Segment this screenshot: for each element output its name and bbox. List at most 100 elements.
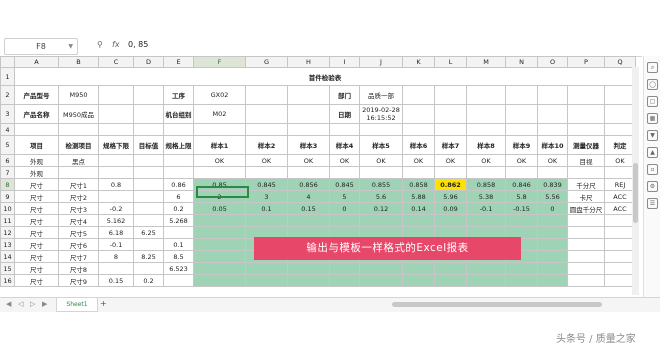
cell[interactable] [98, 262, 134, 275]
cell[interactable] [434, 166, 467, 179]
cell[interactable]: OK [505, 154, 538, 167]
col-header[interactable]: E [163, 56, 194, 68]
cell[interactable]: REJ [604, 178, 636, 191]
cell[interactable]: 5 [329, 190, 360, 203]
cell[interactable]: 部门 [329, 85, 360, 105]
cell[interactable] [537, 166, 568, 179]
col-title[interactable]: 规格下限 [98, 135, 134, 155]
cell[interactable] [329, 262, 360, 275]
col-title[interactable]: 检测项目 [58, 135, 99, 155]
cell[interactable] [245, 166, 288, 179]
cell[interactable] [329, 214, 360, 227]
cell[interactable] [537, 85, 568, 105]
col-title[interactable]: 样本9 [505, 135, 538, 155]
cell[interactable]: 0.858 [466, 178, 506, 191]
formula-input[interactable]: 0, 85 [128, 40, 148, 49]
cell[interactable] [537, 274, 568, 287]
col-title[interactable]: 项目 [14, 135, 59, 155]
cell[interactable]: 0 [329, 202, 360, 215]
cell[interactable]: 尺寸3 [58, 202, 99, 215]
sheet-title[interactable]: 首件检验表 [14, 67, 636, 86]
row-number[interactable]: 7 [0, 166, 15, 179]
first-sheet-icon[interactable]: ◀ [6, 300, 11, 308]
cell[interactable]: 2019-02-28 16:15:52 [359, 104, 403, 124]
last-sheet-icon[interactable]: ▶ [42, 300, 47, 308]
sheet-tab-sheet1[interactable]: Sheet1 [56, 298, 98, 312]
cell[interactable]: 外观 [14, 154, 59, 167]
cell[interactable] [537, 238, 568, 251]
row-number[interactable]: 6 [0, 154, 15, 167]
cell[interactable]: 0 [537, 202, 568, 215]
cell[interactable] [537, 250, 568, 263]
cell[interactable] [537, 123, 568, 136]
cell[interactable] [505, 166, 538, 179]
row-number[interactable]: 1 [0, 67, 15, 86]
cell[interactable]: 外观 [14, 166, 59, 179]
cell[interactable] [567, 262, 605, 275]
cell[interactable] [287, 85, 330, 105]
zoom-icon[interactable]: ⌕ [647, 62, 658, 73]
cell[interactable]: 千分尺 [567, 178, 605, 191]
cell[interactable] [466, 166, 506, 179]
cell[interactable]: OK [287, 154, 330, 167]
cell[interactable] [163, 226, 194, 239]
cell[interactable] [359, 274, 403, 287]
col-title[interactable]: 规格上限 [163, 135, 194, 155]
filter-icon[interactable]: ▼ [647, 130, 658, 141]
cell[interactable] [505, 104, 538, 124]
comment-icon[interactable]: ▫ [647, 164, 658, 175]
col-title[interactable]: 测量仪器 [567, 135, 605, 155]
col-header[interactable]: M [466, 56, 506, 68]
cell[interactable] [604, 262, 636, 275]
chevron-down-icon[interactable]: ▼ [68, 39, 73, 54]
cell[interactable] [537, 226, 568, 239]
cell[interactable] [402, 274, 435, 287]
cell[interactable] [604, 226, 636, 239]
cell[interactable]: 尺寸1 [58, 178, 99, 191]
cell[interactable]: 0.12 [359, 202, 403, 215]
col-header[interactable]: L [434, 56, 467, 68]
cell[interactable]: 0.856 [287, 178, 330, 191]
cell[interactable] [193, 250, 246, 263]
col-header[interactable]: O [537, 56, 568, 68]
col-title[interactable]: 判定 [604, 135, 636, 155]
cell[interactable]: 尺寸4 [58, 214, 99, 227]
row-number[interactable]: 16 [0, 274, 15, 287]
cell[interactable]: 5.6 [359, 190, 403, 203]
cell[interactable]: OK [537, 154, 568, 167]
cell[interactable] [133, 166, 164, 179]
cell[interactable]: 0.8 [98, 178, 134, 191]
col-header[interactable]: Q [604, 56, 636, 68]
cell[interactable] [98, 190, 134, 203]
cell[interactable] [287, 123, 330, 136]
cell[interactable] [505, 262, 538, 275]
cell[interactable]: 5.38 [466, 190, 506, 203]
cell[interactable] [329, 274, 360, 287]
row-number-selected[interactable]: 8 [0, 178, 15, 191]
cell[interactable]: 4 [287, 190, 330, 203]
cell[interactable] [359, 123, 403, 136]
cell[interactable]: 圆盘千分尺 [567, 202, 605, 215]
cell[interactable]: 5.268 [163, 214, 194, 227]
cell[interactable]: 卡尺 [567, 190, 605, 203]
cell[interactable] [505, 274, 538, 287]
horizontal-scrollbar-thumb[interactable] [392, 302, 602, 307]
cell[interactable]: 0.09 [434, 202, 467, 215]
cell[interactable]: 目视 [567, 154, 605, 167]
cell[interactable] [466, 104, 506, 124]
cell[interactable]: 2 [193, 190, 246, 203]
cell[interactable] [133, 123, 164, 136]
spreadsheet-grid[interactable]: A B C D E F G H I J K L M N O P Q 1 首件检验… [0, 56, 642, 297]
col-title[interactable]: 样本5 [359, 135, 403, 155]
row-number[interactable]: 2 [0, 85, 15, 105]
cell[interactable] [245, 262, 288, 275]
row-number[interactable]: 13 [0, 238, 15, 251]
active-cell[interactable]: 0.85 [193, 178, 246, 191]
row-number[interactable]: 15 [0, 262, 15, 275]
zoom-icon[interactable]: ⚲ [97, 40, 103, 49]
cell[interactable]: 8.25 [133, 250, 164, 263]
cell[interactable] [402, 166, 435, 179]
cell[interactable]: 日期 [329, 104, 360, 124]
cell[interactable] [245, 85, 288, 105]
cell[interactable]: -0.1 [98, 238, 134, 251]
